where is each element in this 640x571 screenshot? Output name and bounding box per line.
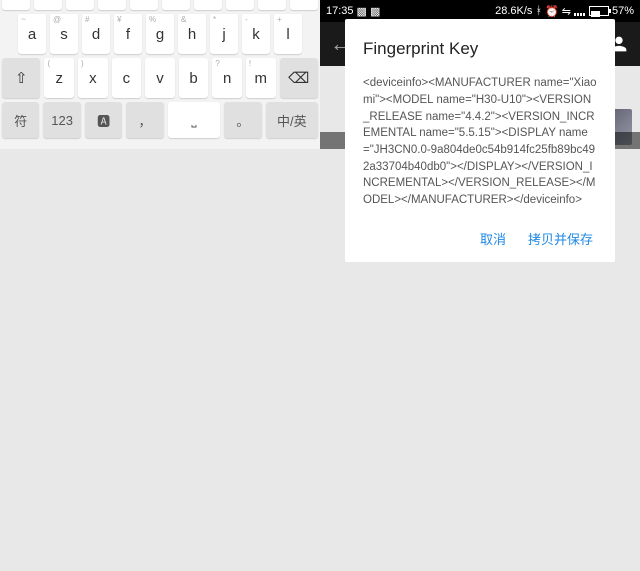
key-n[interactable]: ?n [212, 58, 242, 98]
battery-pct: 57% [612, 5, 634, 17]
key-p[interactable]: 0p [290, 0, 318, 10]
dialog-body: <deviceinfo><MANUFACTURER name="Xiaomi">… [363, 75, 597, 208]
key-r[interactable]: 4r [98, 0, 126, 10]
chat-area: 下午17:23 😎 )) 发送 ▦ ☺ ⌨ ⊹ ✿ ▾ 1q2w3e4r5t6y… [0, 66, 320, 149]
key-b[interactable]: b [179, 58, 209, 98]
wifi-icon: ⇋ [562, 5, 571, 18]
key-lang-icon[interactable]: 🅰 [85, 102, 122, 138]
key-q[interactable]: 1q [2, 0, 30, 10]
battery-icon [589, 6, 609, 16]
dialog-save-button[interactable]: 拷贝并保存 [528, 229, 593, 248]
modal-overlay: Fingerprint Key <deviceinfo><MANUFACTURE… [320, 132, 640, 149]
key-k[interactable]: -k [242, 14, 270, 54]
fingerprint-dialog: Fingerprint Key <deviceinfo><MANUFACTURE… [345, 19, 615, 261]
chat-area-dimmed: 下午17:23 😎 Fingerprint Key <deviceinfo><M… [320, 66, 640, 149]
keyboard-bottom: 符 123 🅰 ， ⎵ 。 中/英 [0, 100, 320, 140]
keyboard: ▦ ☺ ⌨ ⊹ ✿ ▾ 1q2w3e4r5t6y7u8i9o0p ~a@s#d¥… [0, 0, 320, 149]
key-lang-switch[interactable]: 中/英 [266, 102, 318, 138]
key-comma[interactable]: ， [126, 102, 163, 138]
key-shift-icon[interactable]: ⇧ [2, 58, 40, 98]
clock: 17:35 [326, 5, 354, 17]
key-symbol[interactable]: 符 [2, 102, 39, 138]
key-space[interactable]: ⎵ [168, 102, 220, 138]
key-d[interactable]: #d [82, 14, 110, 54]
key-number[interactable]: 123 [43, 102, 80, 138]
key-t[interactable]: 5t [130, 0, 158, 10]
key-e[interactable]: 3e [66, 0, 94, 10]
key-l[interactable]: +l [274, 14, 302, 54]
phone-left: 17:35▩ ▩ 1.16K/s ᚼ ⏰ ⇋ 57% ← 下午17:23 😎 )… [0, 0, 320, 571]
dialog-title: Fingerprint Key [363, 39, 597, 59]
key-g[interactable]: %g [146, 14, 174, 54]
key-o[interactable]: 9o [258, 0, 286, 10]
key-z[interactable]: (z [44, 58, 74, 98]
key-a[interactable]: ~a [18, 14, 46, 54]
bluetooth-icon: ᚼ [535, 5, 542, 17]
key-f[interactable]: ¥f [114, 14, 142, 54]
signal-icon [574, 6, 586, 16]
key-i[interactable]: 8i [226, 0, 254, 10]
key-s[interactable]: @s [50, 14, 78, 54]
dialog-cancel-button[interactable]: 取消 [480, 229, 506, 248]
key-w[interactable]: 2w [34, 0, 62, 10]
alarm-icon: ⏰ [545, 5, 559, 18]
key-v[interactable]: v [145, 58, 175, 98]
key-period[interactable]: 。 [224, 102, 261, 138]
key-backspace-icon[interactable]: ⌫ [280, 58, 318, 98]
key-h[interactable]: &h [178, 14, 206, 54]
phone-right: 17:35▩ ▩ 28.6K/s ᚼ ⏰ ⇋ 57% ← 下午17:23 😎 F… [320, 0, 640, 571]
net-speed: 28.6K/s [495, 5, 532, 17]
key-m[interactable]: !m [246, 58, 276, 98]
key-x[interactable]: )x [78, 58, 108, 98]
key-j[interactable]: *j [210, 14, 238, 54]
key-y[interactable]: 6y [162, 0, 190, 10]
key-c[interactable]: c [112, 58, 142, 98]
key-u[interactable]: 7u [194, 0, 222, 10]
